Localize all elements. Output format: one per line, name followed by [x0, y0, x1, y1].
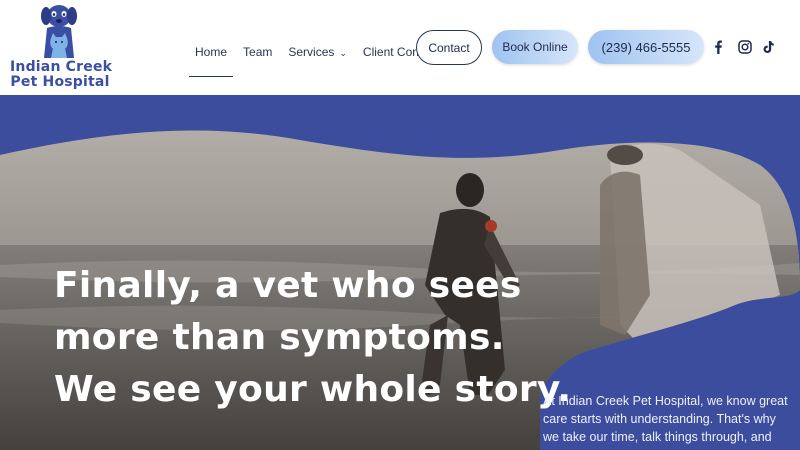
nav-services-label: Services — [288, 45, 335, 59]
hero-section: Finally, a vet who sees more than sympto… — [0, 95, 800, 450]
contact-button[interactable]: Contact — [416, 30, 482, 65]
tiktok-icon[interactable] — [760, 38, 778, 56]
nav-services[interactable]: Services ⌄ — [288, 45, 347, 59]
chevron-down-icon: ⌄ — [339, 47, 347, 58]
hero-headline: Finally, a vet who sees more than sympto… — [54, 265, 572, 410]
brand-name-line2: Pet Hospital — [10, 74, 110, 90]
site-header: Indian Creek Pet Hospital Home Team Serv… — [0, 0, 800, 95]
nav-team-label: Team — [243, 45, 273, 59]
brand-logo[interactable]: Indian Creek Pet Hospital — [8, 2, 113, 92]
facebook-icon[interactable] — [709, 38, 727, 56]
brand-name: Indian Creek Pet Hospital — [10, 59, 113, 90]
nav-home-label: Home — [195, 45, 228, 59]
nav-team[interactable]: Team — [243, 45, 272, 59]
brand-name-line1: Indian Creek — [10, 59, 113, 75]
hero-intro-text: At Indian Creek Pet Hospital, we know gr… — [543, 394, 788, 450]
instagram-icon[interactable] — [736, 38, 754, 56]
book-online-button[interactable]: Book Online — [492, 30, 578, 64]
nav-home[interactable]: Home — [188, 45, 234, 77]
phone-button[interactable]: (239) 466-5555 — [588, 30, 704, 64]
dog-cat-logo-icon — [41, 5, 77, 58]
